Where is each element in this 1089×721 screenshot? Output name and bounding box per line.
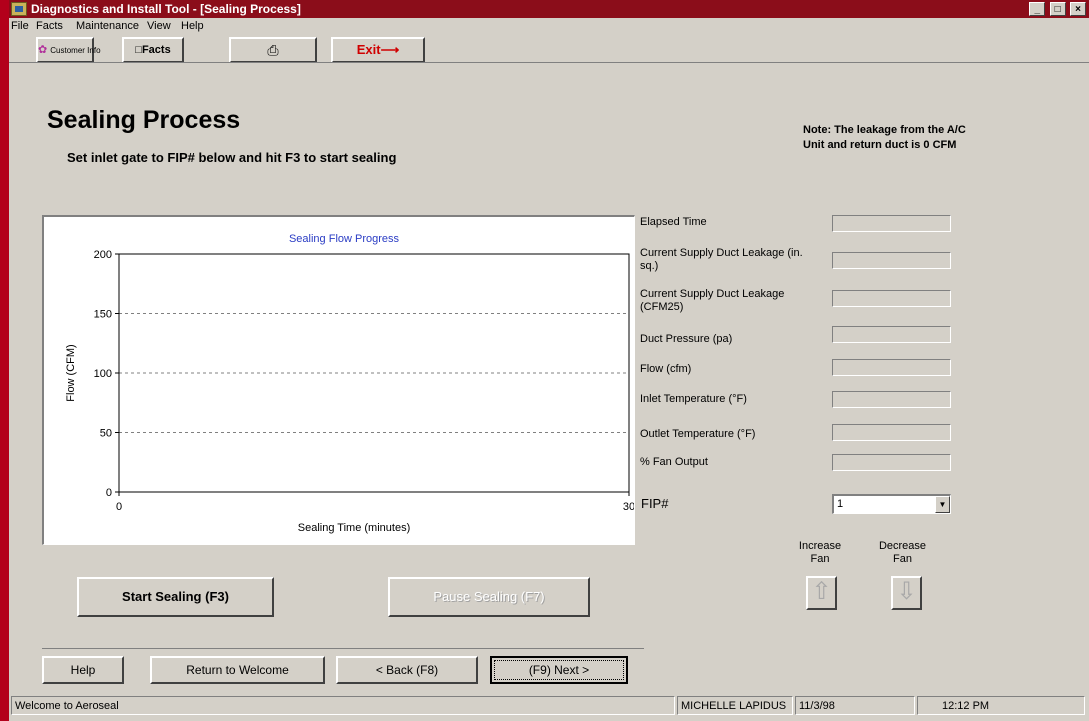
minimize-button[interactable]: _ [1029,2,1046,16]
y-tick-label: 100 [94,368,112,380]
inlet-temp-field [832,391,951,408]
help-button[interactable]: Help [42,656,124,684]
leakage-cfm25-label: Current Supply Duct Leakage (CFM25) [640,288,785,313]
increase-fan-label: Increase Fan [798,540,842,565]
restore-button[interactable]: □ [1049,2,1066,16]
y-tick-label: 0 [106,487,112,499]
arrow-up-icon: ⇧ [811,578,832,605]
start-sealing-button[interactable]: Start Sealing (F3) [77,577,274,617]
elapsed-time-field [832,215,951,232]
next-button[interactable]: (F9) Next > [490,656,628,684]
y-tick-label: 50 [100,428,112,440]
increase-fan-button[interactable]: ⇧ [806,576,837,610]
status-time: 12:12 PM [917,696,1085,715]
decrease-fan-button[interactable]: ⇩ [891,576,922,610]
fip-select[interactable]: 1 ▼ [832,494,951,514]
title-bar: Diagnostics and Install Tool - [Sealing … [9,0,1089,18]
fip-value: 1 [837,498,844,510]
fan-output-label: % Fan Output [640,456,708,468]
status-bar: Welcome to Aeroseal MICHELLE LAPIDUS 11/… [9,693,1089,721]
status-user: MICHELLE LAPIDUS [677,696,793,715]
flow-label: Flow (cfm) [640,363,692,375]
nav-divider [42,648,644,649]
window-left-edge [0,0,9,721]
chart-svg: Sealing Flow Progress 0 50 100 150 200 0 30 Seal… [65,233,634,534]
customer-info-button[interactable]: ✿ Customer Info [36,37,101,63]
menu-facts[interactable]: Facts [36,18,63,35]
print-button[interactable]: ⎙ [229,37,317,63]
status-date: 11/3/98 [795,696,915,715]
app-icon [11,2,27,16]
back-button[interactable]: < Back (F8) [336,656,478,684]
facts-button[interactable]: □Facts [122,37,184,63]
duct-pressure-field [832,326,951,343]
printer-icon: ⎙ [267,42,279,58]
fan-output-field [832,454,951,471]
flow-field [832,359,951,376]
customer-icon: ✿ [38,44,48,56]
menu-bar: File Facts Maintenance View Help [9,18,1089,35]
chart-title: Sealing Flow Progress [289,233,400,245]
page-title: Sealing Process [47,106,241,134]
outlet-temp-label: Outlet Temperature (°F) [640,428,756,440]
menu-maintenance[interactable]: Maintenance [76,18,139,35]
close-button[interactable]: × [1070,2,1086,16]
leakage-sq-field [832,252,951,269]
instruction-text: Set inlet gate to FIP# below and hit F3 … [67,150,397,165]
arrow-down-icon: ⇩ [896,578,917,605]
pause-sealing-button[interactable]: Pause Sealing (F7) [388,577,590,617]
chevron-down-icon[interactable]: ▼ [935,496,950,513]
y-axis-label: Flow (CFM) [65,344,77,401]
menu-file[interactable]: File [11,18,29,35]
inlet-temp-label: Inlet Temperature (°F) [640,393,747,405]
sealing-flow-chart: Sealing Flow Progress 0 50 100 150 200 0 30 Seal… [42,215,635,545]
return-welcome-button[interactable]: Return to Welcome [150,656,325,684]
exit-button[interactable]: Exit⟶ [331,37,425,63]
elapsed-time-label: Elapsed Time [640,216,707,228]
y-tick-label: 200 [94,249,112,261]
duct-pressure-label: Duct Pressure (pa) [640,333,733,345]
toolbar-divider [9,62,1089,63]
menu-view[interactable]: View [147,18,171,35]
app-window: Diagnostics and Install Tool - [Sealing … [0,0,1089,721]
leakage-cfm25-field [832,290,951,307]
fip-label: FIP# [641,496,669,511]
facts-icon: □ [135,44,142,56]
status-message: Welcome to Aeroseal [11,696,675,715]
menu-help[interactable]: Help [181,18,204,35]
x-tick-label: 0 [116,501,122,513]
x-tick-label: 30 [623,501,634,513]
window-title: Diagnostics and Install Tool - [Sealing … [31,2,301,16]
y-tick-label: 150 [94,309,112,321]
toolbar: ✿ Customer Info □Facts ⎙ Exit⟶ [9,35,1089,93]
decrease-fan-label: Decrease Fan [878,540,927,565]
outlet-temp-field [832,424,951,441]
leakage-sq-label: Current Supply Duct Leakage (in. sq.) [640,247,803,272]
x-axis-label: Sealing Time (minutes) [298,522,411,534]
leakage-note: Note: The leakage from the A/C Unit and … [803,124,966,151]
